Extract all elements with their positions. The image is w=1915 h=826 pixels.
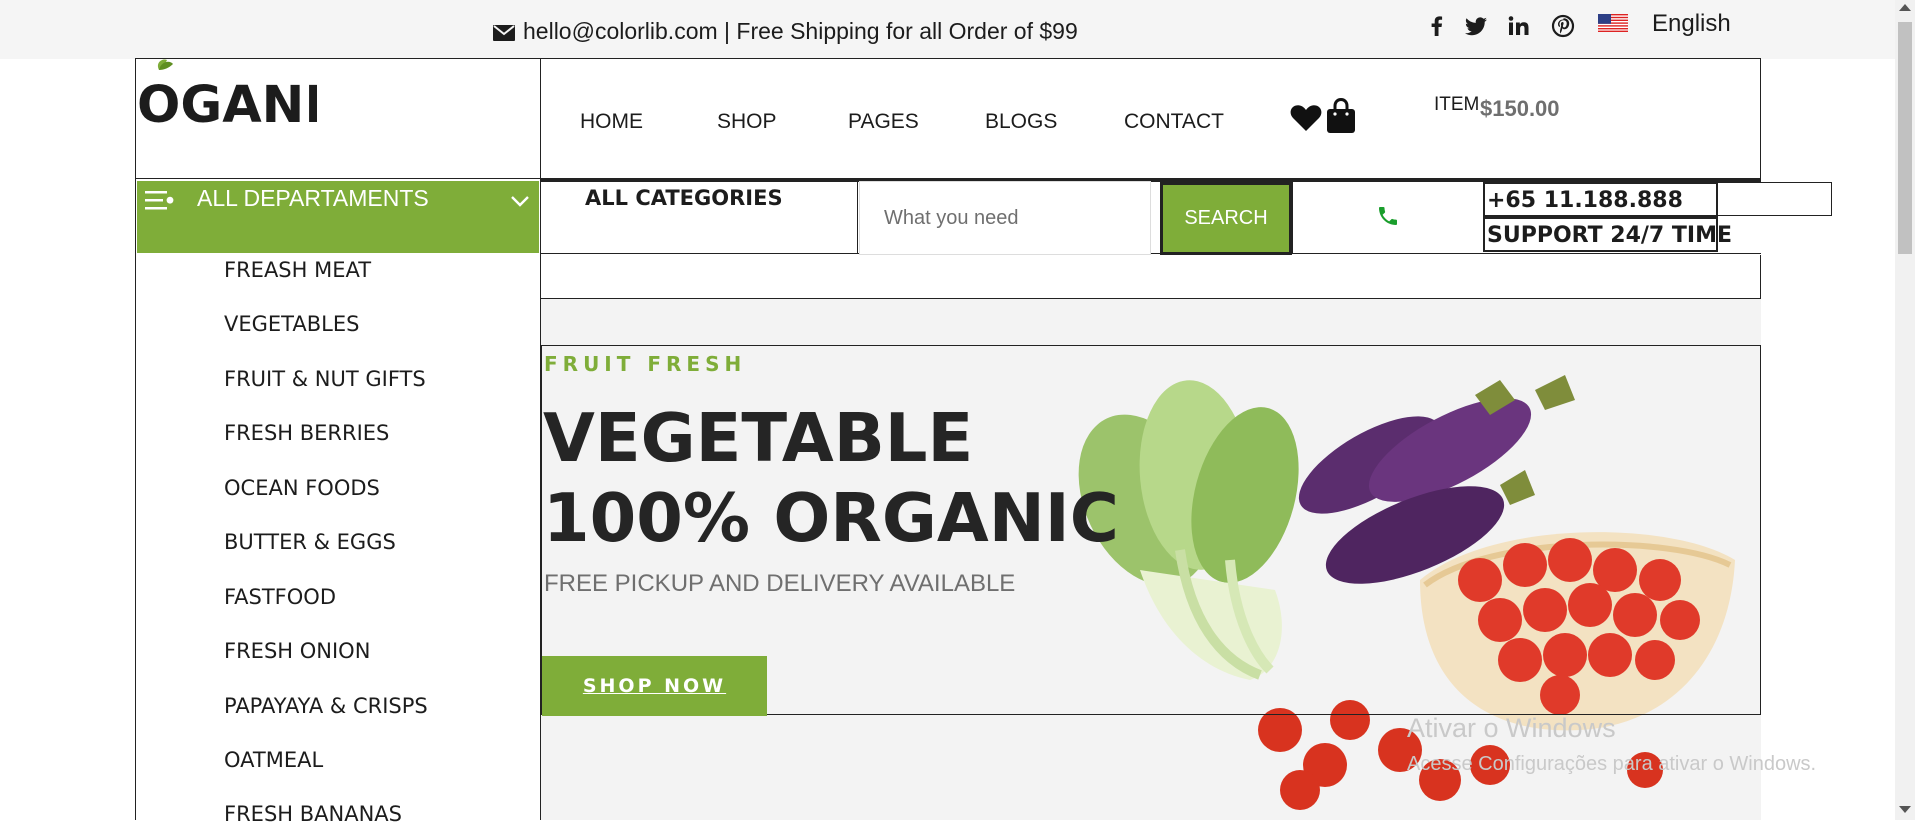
scroll-up-arrow-icon[interactable]	[1899, 4, 1911, 11]
phone-icon	[1376, 204, 1400, 233]
shop-now-button[interactable]: SHOP NOW	[542, 656, 767, 716]
us-flag-icon[interactable]	[1598, 14, 1628, 32]
department-item[interactable]: VEGETABLES	[224, 312, 359, 336]
contact-text: hello@colorlib.com | Free Shipping for a…	[523, 18, 1078, 44]
support-phone: +65 11.188.888	[1483, 182, 1718, 217]
phone-extra-cell	[1716, 182, 1832, 216]
all-categories-dropdown[interactable]: ALL CATEGORIES	[585, 186, 783, 210]
facebook-icon[interactable]	[1425, 14, 1449, 38]
chevron-down-icon	[510, 194, 530, 213]
nav-blogs[interactable]: BLOGS	[985, 110, 1057, 134]
department-item[interactable]: PAPAYAYA & CRISPS	[224, 694, 428, 718]
cart-total: $150.00	[1480, 96, 1560, 121]
menu-bars-icon	[145, 190, 175, 217]
svg-text:OGANI: OGANI	[137, 76, 317, 128]
linkedin-icon[interactable]	[1507, 14, 1531, 38]
top-contact: hello@colorlib.com | Free Shipping for a…	[493, 18, 1078, 47]
windows-activation-text: Acesse Configurações para ativar o Windo…	[1407, 753, 1817, 775]
support-text: SUPPORT 24/7 TIME	[1483, 217, 1732, 252]
hero-kicker: FRUIT FRESH	[544, 352, 747, 376]
department-item[interactable]: OATMEAL	[224, 748, 323, 772]
department-item[interactable]: FRESH ONION	[224, 639, 370, 663]
department-item[interactable]: FRUIT & NUT GIFTS	[224, 367, 426, 391]
hero-title: VEGETABLE 100% ORGANIC	[543, 398, 1119, 558]
nav-pages[interactable]: PAGES	[848, 110, 919, 134]
windows-activation-title: Ativar o Windows	[1407, 713, 1616, 743]
search-input[interactable]	[859, 181, 1151, 255]
department-item[interactable]: FASTFOOD	[224, 585, 336, 609]
nav-home[interactable]: HOME	[580, 110, 643, 134]
scroll-down-arrow-icon[interactable]	[1899, 806, 1911, 813]
nav-contact[interactable]: CONTACT	[1124, 110, 1224, 134]
logo[interactable]: OGANI	[137, 58, 323, 135]
empty-row	[541, 255, 1761, 299]
shopping-bag-icon[interactable]	[1326, 97, 1356, 139]
department-item[interactable]: OCEAN FOODS	[224, 476, 380, 500]
hero-title-line1: VEGETABLE	[543, 399, 974, 477]
department-item[interactable]: FREASH MEAT	[224, 258, 371, 282]
department-item[interactable]: FRESH BERRIES	[224, 421, 389, 445]
scrollbar-thumb[interactable]	[1898, 22, 1912, 254]
hero-subtitle: FREE PICKUP AND DELIVERY AVAILABLE	[544, 570, 1016, 597]
hero-title-line2: 100% ORGANIC	[543, 479, 1119, 557]
pinterest-icon[interactable]	[1551, 14, 1575, 38]
department-item[interactable]: FRESH BANANAS	[224, 802, 402, 826]
departments-title: ALL DEPARTAMENTS	[197, 185, 429, 211]
cart-item-label: ITEM	[1434, 94, 1480, 115]
nav-shop[interactable]: SHOP	[717, 110, 777, 134]
department-item[interactable]: BUTTER & EGGS	[224, 530, 396, 554]
search-button[interactable]: SEARCH	[1160, 182, 1292, 255]
heart-icon[interactable]	[1290, 104, 1322, 137]
envelope-icon	[493, 20, 515, 47]
language-selector[interactable]: English	[1652, 10, 1731, 38]
sidebar-border-left	[135, 179, 136, 820]
twitter-icon[interactable]	[1464, 14, 1488, 38]
